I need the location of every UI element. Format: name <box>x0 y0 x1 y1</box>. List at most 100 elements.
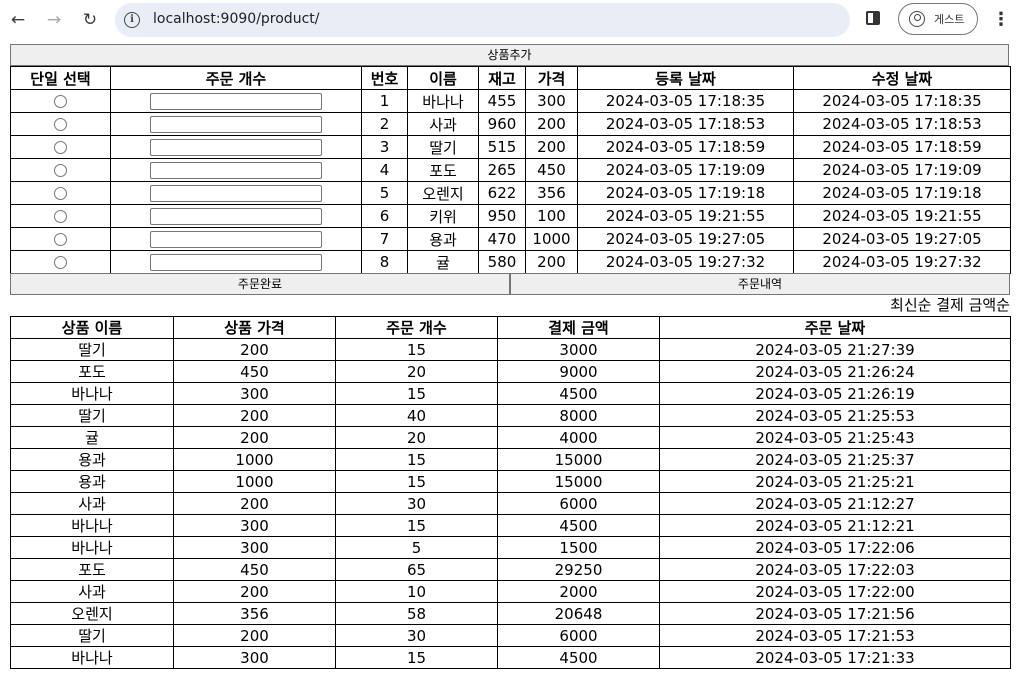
product-stock: 960 <box>478 112 526 136</box>
quantity-input[interactable] <box>150 208 322 225</box>
product-name: 딸기 <box>407 135 479 159</box>
product-created: 2024-03-05 17:19:09 <box>577 158 794 182</box>
order-date: 2024-03-05 17:22:03 <box>659 558 1011 581</box>
order-product-price: 200 <box>173 624 336 647</box>
product-row: 4 포도 265 450 2024-03-05 17:19:09 2024-03… <box>10 158 1011 182</box>
order-product-name: 딸기 <box>10 404 174 427</box>
product-row: 1 바나나 455 300 2024-03-05 17:18:35 2024-0… <box>10 89 1011 113</box>
order-amount: 15000 <box>497 448 660 471</box>
order-product-price: 450 <box>173 360 336 383</box>
order-history-button[interactable]: 주문내역 <box>510 273 1010 295</box>
order-amount: 4500 <box>497 514 660 537</box>
order-date: 2024-03-05 21:12:27 <box>659 492 1011 515</box>
product-price: 200 <box>525 250 578 274</box>
select-radio[interactable] <box>54 164 67 177</box>
reload-icon[interactable]: ↻ <box>78 8 102 32</box>
product-row: 6 키위 950 100 2024-03-05 19:21:55 2024-03… <box>10 204 1011 228</box>
product-updated: 2024-03-05 19:27:05 <box>793 227 1011 251</box>
product-id: 3 <box>361 135 408 159</box>
product-created: 2024-03-05 17:18:35 <box>577 89 794 113</box>
order-date: 2024-03-05 21:25:53 <box>659 404 1011 427</box>
select-radio[interactable] <box>54 233 67 246</box>
product-created: 2024-03-05 17:18:53 <box>577 112 794 136</box>
product-price: 356 <box>525 181 578 205</box>
product-created: 2024-03-05 19:27:32 <box>577 250 794 274</box>
order-product-price: 356 <box>173 602 336 625</box>
order-amount: 8000 <box>497 404 660 427</box>
back-arrow-icon[interactable]: ← <box>6 8 30 32</box>
profile-button[interactable]: 게스트 <box>898 3 978 35</box>
product-created: 2024-03-05 19:21:55 <box>577 204 794 228</box>
product-name: 포도 <box>407 158 479 182</box>
order-product-price: 450 <box>173 558 336 581</box>
select-radio[interactable] <box>54 141 67 154</box>
product-price: 1000 <box>525 227 578 251</box>
order-date: 2024-03-05 21:26:19 <box>659 382 1011 405</box>
column-header: 재고 <box>478 66 526 90</box>
quantity-input[interactable] <box>150 116 322 133</box>
quantity-input[interactable] <box>150 93 322 110</box>
order-product-price: 200 <box>173 404 336 427</box>
product-stock: 470 <box>478 227 526 251</box>
more-menu-icon[interactable]: ⋮ <box>992 8 1010 32</box>
side-panel-icon[interactable] <box>866 11 880 25</box>
product-stock: 265 <box>478 158 526 182</box>
product-name: 키위 <box>407 204 479 228</box>
product-id: 7 <box>361 227 408 251</box>
order-product-price: 200 <box>173 426 336 449</box>
quantity-input[interactable] <box>150 254 322 271</box>
product-price: 450 <box>525 158 578 182</box>
add-product-button[interactable]: 상품추가 <box>10 44 1009 66</box>
site-info-icon[interactable]: i <box>124 12 140 28</box>
order-quantity: 15 <box>335 382 498 405</box>
order-product-price: 300 <box>173 536 336 559</box>
product-header-row: 단일 선택 주문 개수 번호 이름 재고 가격 등록 날짜 수정 날짜 <box>10 66 1011 90</box>
product-row: 5 오렌지 622 356 2024-03-05 17:19:18 2024-0… <box>10 181 1011 205</box>
product-stock: 580 <box>478 250 526 274</box>
select-radio[interactable] <box>54 187 67 200</box>
order-row: 사과 200 30 6000 2024-03-05 21:12:27 <box>10 492 1011 515</box>
column-header: 상품 이름 <box>10 316 174 339</box>
order-amount: 6000 <box>497 624 660 647</box>
order-quantity: 15 <box>335 470 498 493</box>
product-id: 5 <box>361 181 408 205</box>
order-row: 바나나 300 5 1500 2024-03-05 17:22:06 <box>10 536 1011 559</box>
product-created: 2024-03-05 19:27:05 <box>577 227 794 251</box>
product-id: 6 <box>361 204 408 228</box>
select-radio[interactable] <box>54 118 67 131</box>
address-bar[interactable]: i localhost:9090/product/ <box>115 3 850 37</box>
product-row: 2 사과 960 200 2024-03-05 17:18:53 2024-03… <box>10 112 1011 136</box>
order-amount: 4500 <box>497 646 660 669</box>
quantity-input[interactable] <box>150 162 322 179</box>
order-complete-button[interactable]: 주문완료 <box>10 273 510 295</box>
order-quantity: 40 <box>335 404 498 427</box>
quantity-input[interactable] <box>150 231 322 248</box>
order-amount: 2000 <box>497 580 660 603</box>
product-updated: 2024-03-05 17:18:35 <box>793 89 1011 113</box>
order-product-price: 1000 <box>173 470 336 493</box>
select-radio[interactable] <box>54 95 67 108</box>
order-quantity: 20 <box>335 360 498 383</box>
order-product-name: 사과 <box>10 492 174 515</box>
order-amount: 6000 <box>497 492 660 515</box>
url-text[interactable]: localhost:9090/product/ <box>153 11 319 27</box>
product-updated: 2024-03-05 19:21:55 <box>793 204 1011 228</box>
quantity-input[interactable] <box>150 139 322 156</box>
select-radio[interactable] <box>54 210 67 223</box>
product-id: 1 <box>361 89 408 113</box>
order-quantity: 30 <box>335 492 498 515</box>
product-row: 3 딸기 515 200 2024-03-05 17:18:59 2024-03… <box>10 135 1011 159</box>
order-product-price: 300 <box>173 514 336 537</box>
product-id: 8 <box>361 250 408 274</box>
sort-latest-link[interactable]: 최신순 <box>890 296 931 314</box>
order-product-name: 귤 <box>10 426 174 449</box>
order-row: 사과 200 10 2000 2024-03-05 17:22:00 <box>10 580 1011 603</box>
browser-toolbar: ← → ↻ i localhost:9090/product/ 게스트 ⋮ <box>0 0 1016 40</box>
product-updated: 2024-03-05 19:27:32 <box>793 250 1011 274</box>
quantity-input[interactable] <box>150 185 322 202</box>
sort-amount-link[interactable]: 결제 금액순 <box>936 296 1010 314</box>
order-product-price: 300 <box>173 382 336 405</box>
select-radio[interactable] <box>54 256 67 269</box>
order-amount: 15000 <box>497 470 660 493</box>
forward-arrow-icon[interactable]: → <box>42 8 66 32</box>
